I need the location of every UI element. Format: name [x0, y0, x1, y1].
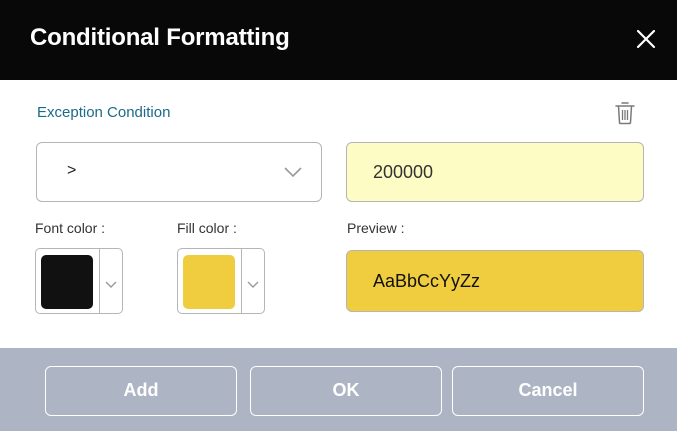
chevron-down-icon[interactable] — [104, 277, 118, 288]
font-color-swatch — [41, 255, 93, 309]
fill-color-swatch — [183, 255, 235, 309]
operator-value: > — [67, 162, 77, 179]
conditional-formatting-dialog: Conditional Formatting Exception Conditi… — [0, 0, 677, 431]
close-icon[interactable] — [633, 26, 659, 52]
chevron-down-icon — [283, 165, 303, 179]
font-color-label: Font color : — [35, 220, 106, 236]
preview-label: Preview : — [347, 220, 405, 236]
ok-button[interactable]: OK — [250, 366, 442, 416]
fill-color-label: Fill color : — [177, 220, 237, 236]
cancel-button[interactable]: Cancel — [452, 366, 644, 416]
preview-text: AaBbCcYyZz — [373, 271, 481, 291]
dialog-footer: Add OK Cancel — [0, 348, 677, 431]
trash-icon[interactable] — [614, 101, 636, 125]
dialog-title: Conditional Formatting — [30, 24, 290, 51]
font-color-picker[interactable] — [35, 248, 123, 314]
operator-select[interactable]: > — [36, 142, 322, 202]
exception-condition-label: Exception Condition — [37, 104, 171, 121]
fill-color-picker[interactable] — [177, 248, 265, 314]
preview-box: AaBbCcYyZz — [346, 250, 644, 312]
add-button[interactable]: Add — [45, 366, 237, 416]
condition-value-input[interactable] — [346, 142, 644, 202]
dialog-titlebar: Conditional Formatting — [0, 0, 677, 80]
chevron-down-icon[interactable] — [246, 277, 260, 288]
fill-color-divider — [241, 249, 242, 313]
font-color-divider — [99, 249, 100, 313]
